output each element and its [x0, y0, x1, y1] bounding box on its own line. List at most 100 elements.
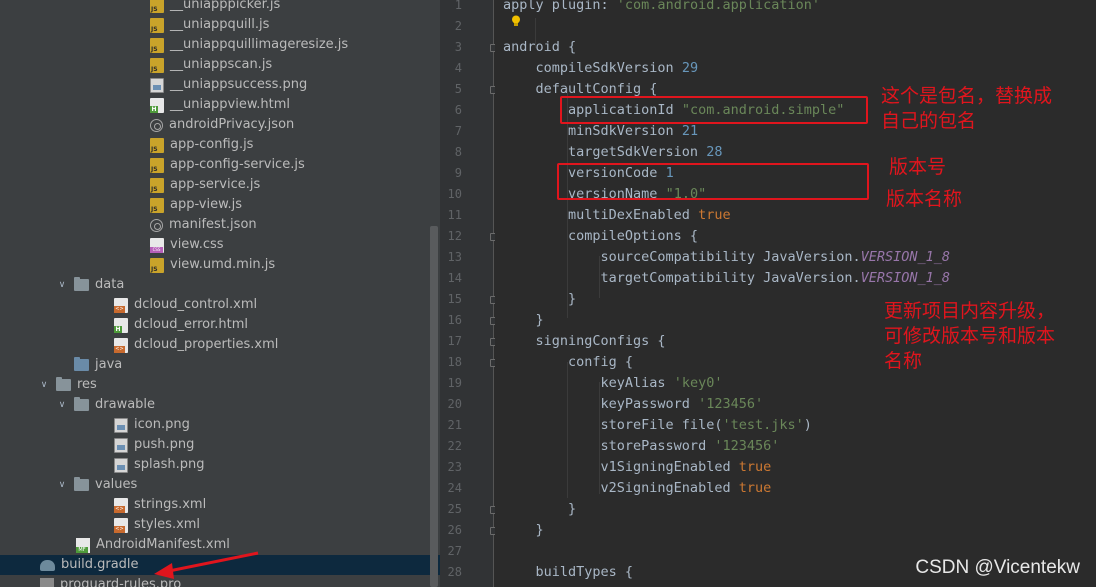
- js-file-icon: [150, 57, 164, 73]
- tree-item[interactable]: ∨java: [0, 355, 440, 375]
- code-line[interactable]: compileSdkVersion 29: [503, 58, 699, 79]
- tree-item[interactable]: dcloud_error.html: [0, 315, 440, 335]
- pro-file-icon: [40, 577, 54, 587]
- line-number: 11: [447, 208, 462, 222]
- tree-item[interactable]: app-view.js: [0, 195, 440, 215]
- tree-item[interactable]: app-service.js: [0, 175, 440, 195]
- chevron-down-icon[interactable]: ∨: [56, 480, 68, 490]
- code-token: sourceCompatibility JavaVersion.: [503, 249, 861, 265]
- code-line[interactable]: config {: [503, 352, 633, 373]
- code-line[interactable]: signingConfigs {: [503, 331, 666, 352]
- source-folder-icon: [74, 357, 89, 371]
- code-token: 'key0': [673, 375, 723, 391]
- code-token: 29: [681, 60, 699, 76]
- code-token: }: [503, 522, 544, 538]
- tree-item[interactable]: strings.xml: [0, 495, 440, 515]
- tree-item-label: drawable: [95, 397, 156, 412]
- tree-item[interactable]: view.umd.min.js: [0, 255, 440, 275]
- folder-icon: [74, 477, 89, 491]
- code-token: '123456': [714, 438, 780, 454]
- tree-item[interactable]: manifest.json: [0, 215, 440, 235]
- code-token: defaultConfig {: [503, 81, 658, 97]
- lightbulb-icon[interactable]: [511, 15, 521, 27]
- line-number: 1: [454, 0, 462, 12]
- chevron-down-icon[interactable]: ∨: [56, 280, 68, 290]
- tree-item[interactable]: app-config.js: [0, 135, 440, 155]
- code-line[interactable]: v1SigningEnabled true: [503, 457, 772, 478]
- line-number: 18: [447, 355, 462, 369]
- line-number: 22: [447, 439, 462, 453]
- line-number: 17: [447, 334, 462, 348]
- chevron-down-icon[interactable]: ∨: [56, 400, 68, 410]
- code-line[interactable]: minSdkVersion 21: [503, 121, 698, 142]
- tree-item[interactable]: icon.png: [0, 415, 440, 435]
- code-line[interactable]: storeFile file('test.jks'): [503, 415, 812, 436]
- code-token: ): [803, 417, 812, 433]
- code-line[interactable]: targetCompatibility JavaVersion.VERSION_…: [503, 268, 951, 289]
- code-token: v1SigningEnabled: [503, 459, 739, 475]
- tree-item[interactable]: __uniappquill.js: [0, 15, 440, 35]
- code-line[interactable]: v2SigningEnabled true: [503, 478, 772, 499]
- code-token: v2SigningEnabled: [503, 480, 739, 496]
- code-line[interactable]: compileOptions {: [503, 226, 698, 247]
- tree-item[interactable]: splash.png: [0, 455, 440, 475]
- tree-item[interactable]: ∨ res: [0, 375, 440, 395]
- code-token: keyAlias: [503, 375, 674, 391]
- code-token: 28: [706, 144, 723, 160]
- xml-file-icon: [114, 297, 128, 313]
- code-line[interactable]: keyPassword '123456': [503, 394, 764, 415]
- code-token: VERSION_1_8: [860, 270, 951, 286]
- code-line[interactable]: apply plugin: 'com.android.application': [503, 0, 820, 16]
- tree-item[interactable]: __uniappsuccess.png: [0, 75, 440, 95]
- code-line[interactable]: sourceCompatibility JavaVersion.VERSION_…: [503, 247, 951, 268]
- tree-item[interactable]: styles.xml: [0, 515, 440, 535]
- code-line[interactable]: }: [503, 310, 544, 331]
- code-token: true: [738, 480, 772, 496]
- line-number: 4: [454, 61, 462, 75]
- xml-file-icon: [114, 517, 128, 533]
- code-line[interactable]: }: [503, 289, 576, 310]
- tree-item-label: view.umd.min.js: [170, 257, 276, 272]
- code-line[interactable]: targetSdkVersion 28: [503, 142, 722, 163]
- line-number: 12: [447, 229, 462, 243]
- line-number: 19: [447, 376, 462, 390]
- line-number: 15: [447, 292, 462, 306]
- code-line[interactable]: multiDexEnabled true: [503, 205, 731, 226]
- code-token: }: [503, 291, 577, 307]
- code-line[interactable]: android {: [503, 37, 576, 58]
- xml-file-icon: [114, 337, 128, 353]
- version-code-note: 版本号: [889, 156, 947, 178]
- line-number: 8: [454, 145, 462, 159]
- tree-item[interactable]: ∨ drawable: [0, 395, 440, 415]
- tree-scrollbar[interactable]: [430, 226, 438, 587]
- tree-item[interactable]: dcloud_properties.xml: [0, 335, 440, 355]
- line-number: 16: [447, 313, 462, 327]
- tree-item-label: app-view.js: [170, 197, 243, 212]
- tree-item[interactable]: dcloud_control.xml: [0, 295, 440, 315]
- code-token: buildTypes {: [503, 564, 634, 580]
- tree-item[interactable]: __uniappview.html: [0, 95, 440, 115]
- code-token: targetCompatibility JavaVersion.: [503, 270, 861, 286]
- code-line[interactable]: storePassword '123456': [503, 436, 780, 457]
- code-token: }: [503, 501, 577, 517]
- tree-item[interactable]: app-config-service.js: [0, 155, 440, 175]
- tree-item-label: dcloud_error.html: [134, 317, 248, 332]
- tree-item[interactable]: view.css: [0, 235, 440, 255]
- manifest-file-icon: [76, 537, 90, 553]
- tree-item[interactable]: ∨ values: [0, 475, 440, 495]
- tree-item-label: res: [77, 377, 97, 392]
- code-line[interactable]: buildTypes {: [503, 562, 634, 583]
- code-line[interactable]: keyAlias 'key0': [503, 373, 723, 394]
- chevron-down-icon[interactable]: ∨: [38, 380, 50, 390]
- tree-item[interactable]: __uniapppicker.js: [0, 0, 440, 15]
- code-line[interactable]: }: [503, 499, 576, 520]
- code-line[interactable]: }: [503, 520, 544, 541]
- tree-item[interactable]: __uniappscan.js: [0, 55, 440, 75]
- tree-item[interactable]: ∨ data: [0, 275, 440, 295]
- tree-item[interactable]: __uniappquillimageresize.js: [0, 35, 440, 55]
- tree-item[interactable]: androidPrivacy.json: [0, 115, 440, 135]
- code-token: true: [698, 207, 731, 223]
- tree-item-label: __uniappsuccess.png: [170, 77, 308, 92]
- folder-icon: [74, 397, 89, 411]
- tree-item[interactable]: push.png: [0, 435, 440, 455]
